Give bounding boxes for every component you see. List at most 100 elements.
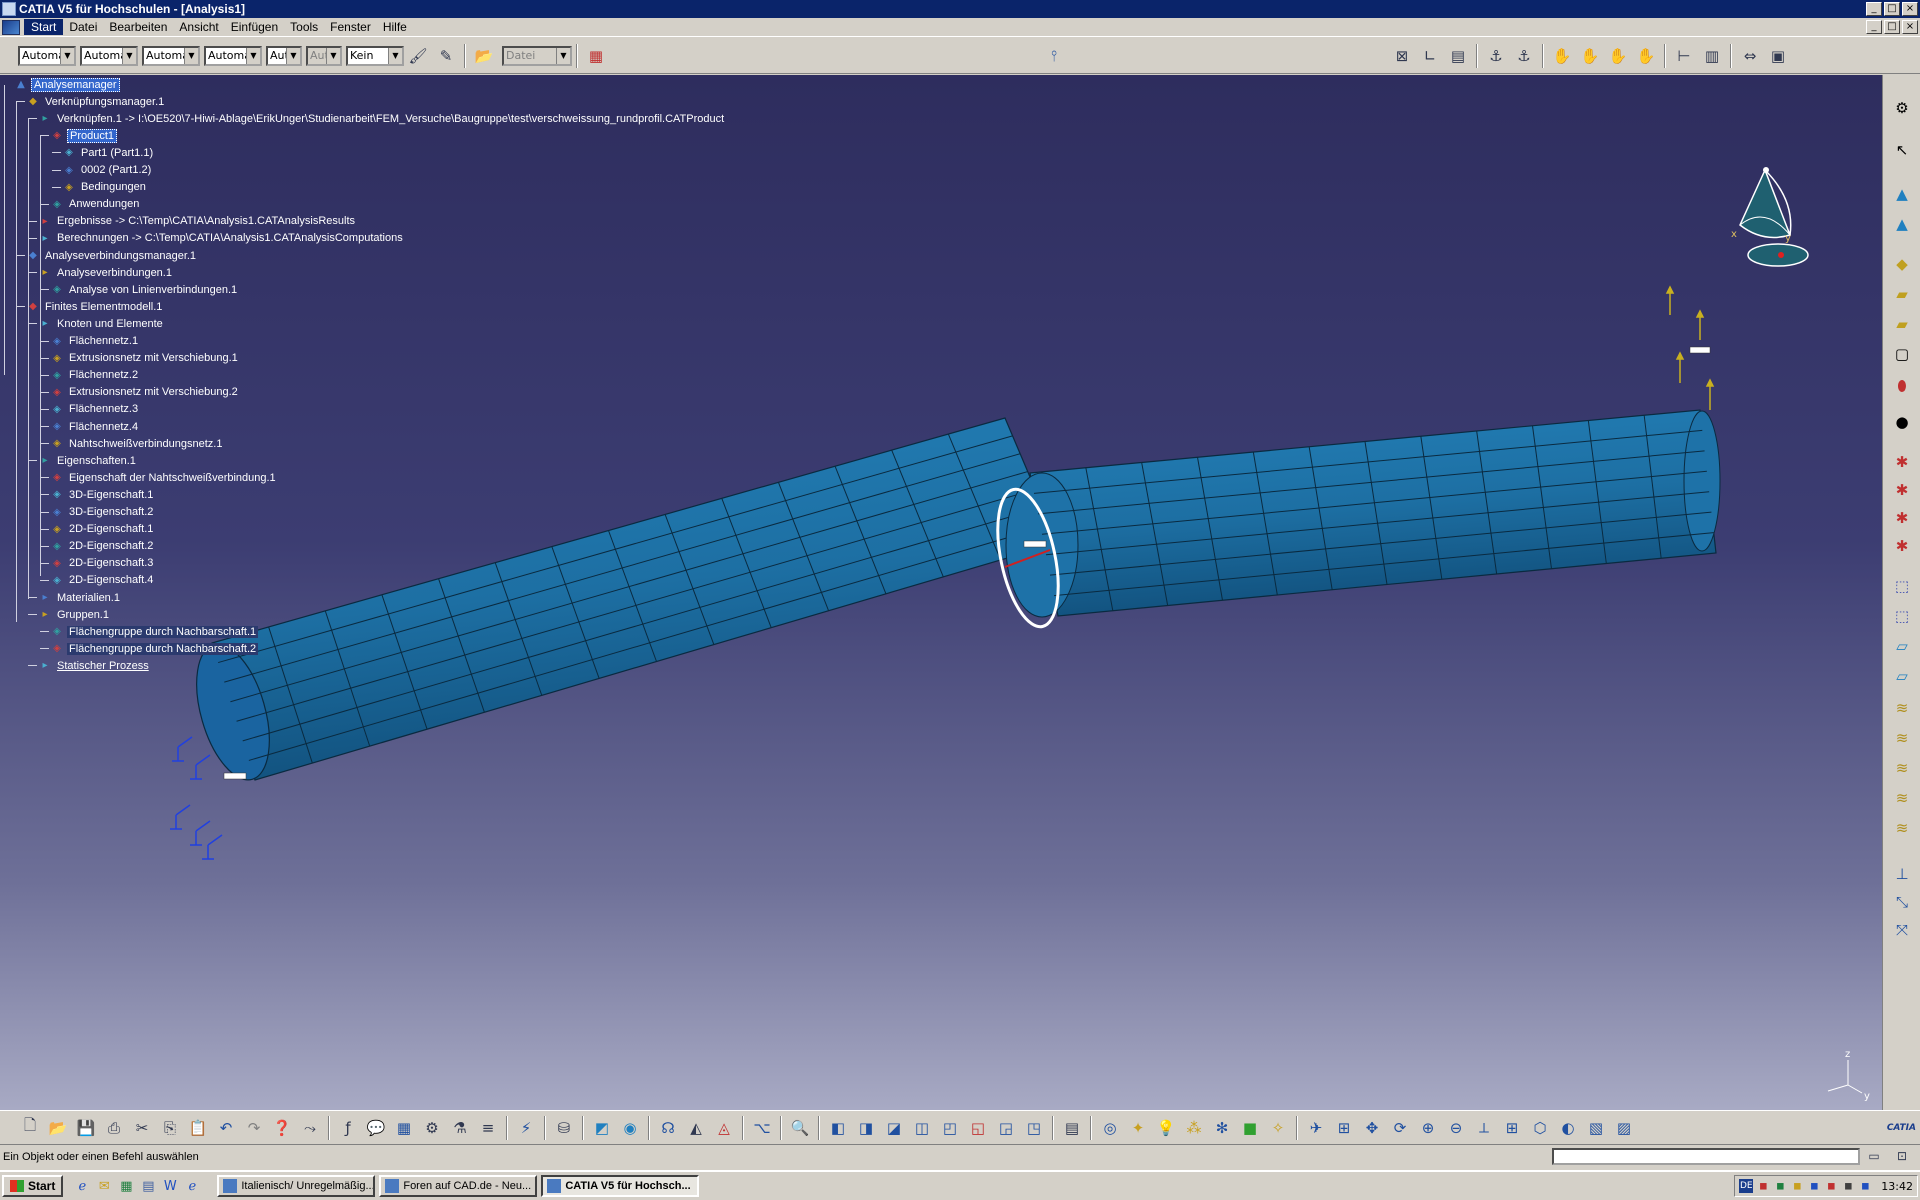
cut-icon[interactable]: ✂: [130, 1117, 154, 1139]
copy-icon[interactable]: ⎘: [158, 1117, 182, 1139]
restraint-icon[interactable]: ✱: [1890, 507, 1914, 529]
force-icon[interactable]: ≋: [1890, 727, 1914, 749]
table-icon[interactable]: ▦: [392, 1117, 416, 1139]
material-icon[interactable]: ▢: [1890, 343, 1914, 365]
report-icon[interactable]: ▥: [1700, 45, 1724, 67]
view-icon-2[interactable]: ◨: [854, 1117, 878, 1139]
tree-node[interactable]: ▸ Analyseverbindungen.1: [38, 264, 174, 281]
tree-node[interactable]: ◈ Part1 (Part1.1): [62, 144, 155, 161]
tray-folder-icon[interactable]: ◼: [1790, 1179, 1804, 1193]
tree-node[interactable]: ◆ Analyseverbindungsmanager.1: [26, 247, 198, 264]
view-icon-6[interactable]: ◱: [966, 1117, 990, 1139]
tree-node[interactable]: ◈ Flächennetz.4: [50, 418, 140, 435]
menu-item[interactable]: Start: [24, 19, 64, 35]
doc-minimize-button[interactable]: _: [1866, 20, 1882, 34]
compass-widget[interactable]: x y: [1731, 167, 1809, 267]
restraint2-icon[interactable]: ⚓: [1512, 45, 1536, 67]
view-icon-3[interactable]: ◪: [882, 1117, 906, 1139]
taskbar-task[interactable]: Italienisch/ Unregelmäßig...: [217, 1175, 376, 1197]
clamp2-icon[interactable]: ✱: [1890, 479, 1914, 501]
pressure-icon[interactable]: ≋: [1890, 697, 1914, 719]
tree-node[interactable]: ◈ 2D-Eigenschaft.4: [50, 572, 155, 589]
tree-node[interactable]: ◈ Extrusionsnetz mit Verschiebung.2: [50, 384, 240, 401]
formula-icon[interactable]: ƒ: [336, 1117, 360, 1139]
tray-monitor-icon[interactable]: ◼: [1807, 1179, 1821, 1193]
tree-node[interactable]: ◈ Flächennetz.1: [50, 333, 140, 350]
maximize-button[interactable]: □: [1884, 2, 1900, 16]
view-icon-5[interactable]: ◰: [938, 1117, 962, 1139]
tree-node[interactable]: ▸ Materialien.1: [38, 589, 122, 606]
comment-icon[interactable]: 💬: [364, 1117, 388, 1139]
tree-node[interactable]: ▸ Berechnungen -> C:\Temp\CATIA\Analysis1…: [38, 230, 405, 247]
outlook-icon[interactable]: ✉: [95, 1177, 113, 1195]
deformation-icon[interactable]: ◩: [590, 1117, 614, 1139]
acceleration-icon[interactable]: ≋: [1890, 817, 1914, 839]
doc-maximize-button[interactable]: □: [1884, 20, 1900, 34]
storage-icon[interactable]: ⛁: [552, 1117, 576, 1139]
tree-node[interactable]: ◈ Product1: [50, 127, 118, 144]
wifi-like-icon[interactable]: ◉: [618, 1117, 642, 1139]
tree-node[interactable]: ◈ 3D-Eigenschaft.1: [50, 486, 155, 503]
tree-node[interactable]: ◈ Extrusionsnetz mit Verschiebung.1: [50, 350, 240, 367]
start-button[interactable]: Start: [2, 1175, 64, 1197]
restraint3-icon[interactable]: ✱: [1890, 535, 1914, 557]
load-icon-4[interactable]: ✋: [1634, 45, 1658, 67]
multi-view-icon[interactable]: ⊞: [1500, 1117, 1524, 1139]
hide-show-icon[interactable]: ▧: [1584, 1117, 1608, 1139]
notepad-icon[interactable]: ▤: [139, 1177, 157, 1195]
tree-node[interactable]: ▲ Analysemanager: [14, 76, 120, 93]
calculator-icon[interactable]: ▤: [1060, 1117, 1084, 1139]
excel-icon[interactable]: ▦: [117, 1177, 135, 1195]
tube-segment-right[interactable]: [1029, 409, 1717, 617]
tree-node[interactable]: ◆ Verknüpfungsmanager.1: [26, 93, 166, 110]
tree-node[interactable]: ◈ Analyse von Linienverbindungen.1: [50, 281, 239, 298]
close-button[interactable]: ×: [1902, 2, 1918, 16]
select-arrow-icon[interactable]: ↖: [1890, 139, 1914, 161]
moment-icon[interactable]: ≋: [1890, 757, 1914, 779]
compute-run-icon[interactable]: ⚡: [514, 1117, 538, 1139]
result-icon-3[interactable]: ◬: [712, 1117, 736, 1139]
sparkle-icon[interactable]: ✦: [1126, 1117, 1150, 1139]
mesh-combo-7[interactable]: Kein ▼: [346, 45, 404, 66]
mesh-combo-5[interactable]: Aut ▼: [266, 45, 302, 66]
cube-icon[interactable]: ⬚: [1890, 575, 1914, 597]
plane2-icon[interactable]: ▱: [1890, 665, 1914, 687]
zoom-out-icon[interactable]: ⊖: [1444, 1117, 1468, 1139]
view-icon-7[interactable]: ◲: [994, 1117, 1018, 1139]
axis-icon[interactable]: ∟: [1418, 45, 1442, 67]
tree-node[interactable]: ◈ Anwendungen: [50, 196, 141, 213]
catia-menu-icon[interactable]: [2, 19, 20, 35]
solid-property-icon[interactable]: ◆: [1890, 253, 1914, 275]
taskbar-task[interactable]: Foren auf CAD.de - Neu...: [379, 1175, 538, 1197]
paste-icon[interactable]: 📋: [186, 1117, 210, 1139]
rotate-icon[interactable]: ⟳: [1388, 1117, 1412, 1139]
magic-icon[interactable]: ✧: [1266, 1117, 1290, 1139]
lightbulb-icon[interactable]: 💡: [1154, 1117, 1178, 1139]
taskbar-task[interactable]: CATIA V5 für Hochsch...: [541, 1175, 700, 1197]
measure-tool-icon[interactable]: ⤡: [1890, 891, 1914, 913]
spec-icon[interactable]: ▤: [1446, 45, 1470, 67]
normal-view-icon[interactable]: ⟂: [1472, 1117, 1496, 1139]
doc-close-button[interactable]: ×: [1902, 20, 1918, 34]
target-icon[interactable]: ◎: [1098, 1117, 1122, 1139]
tree-node[interactable]: ◆ Finites Elementmodell.1: [26, 298, 164, 315]
paint-icon[interactable]: ✎: [434, 45, 458, 67]
view-icon-1[interactable]: ◧: [826, 1117, 850, 1139]
fit-all-icon[interactable]: ⊞: [1332, 1117, 1356, 1139]
measure-icon[interactable]: ⫯: [1042, 45, 1066, 67]
brush-icon[interactable]: 🖌: [406, 45, 430, 67]
result-icon-2[interactable]: ◭: [684, 1117, 708, 1139]
tree-node[interactable]: ▸ Eigenschaften.1: [38, 452, 138, 469]
view-icon-8[interactable]: ◳: [1022, 1117, 1046, 1139]
tree-node[interactable]: ◈ Flächennetz.2: [50, 367, 140, 384]
menu-item[interactable]: Bearbeiten: [103, 20, 173, 34]
menu-item[interactable]: Hilfe: [377, 20, 413, 34]
tree-node[interactable]: ◈ Nahtschweißverbindungsnetz.1: [50, 435, 224, 452]
menu-item[interactable]: Tools: [284, 20, 324, 34]
result-icon-1[interactable]: ☊: [656, 1117, 680, 1139]
zoom-in-icon[interactable]: ⊕: [1416, 1117, 1440, 1139]
open-file-icon[interactable]: 📂: [46, 1117, 70, 1139]
mesh-combo-1[interactable]: Automa ▼: [18, 45, 76, 66]
cube2-icon[interactable]: ⬚: [1890, 605, 1914, 627]
load-icon-3[interactable]: ✋: [1606, 45, 1630, 67]
